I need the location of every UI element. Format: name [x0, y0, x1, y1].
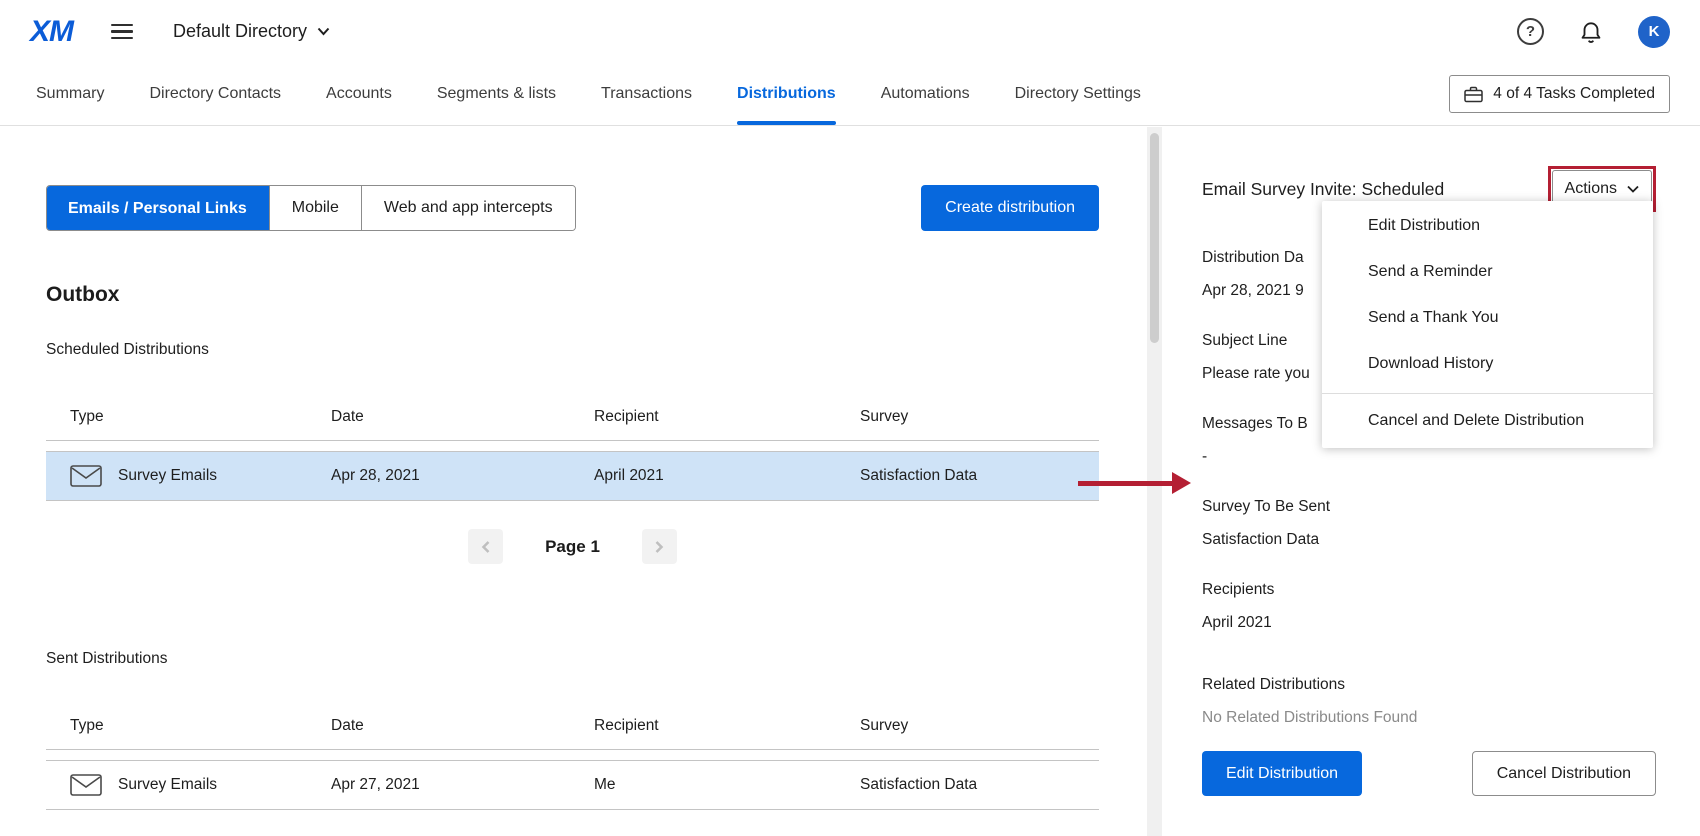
- tab-directory-settings[interactable]: Directory Settings: [1015, 63, 1141, 125]
- outbox-title: Outbox: [46, 283, 1099, 307]
- cancel-distribution-button[interactable]: Cancel Distribution: [1472, 751, 1656, 796]
- column-header-type: Type: [46, 408, 331, 426]
- app-window: XM Default Directory ? K Summary Directo…: [0, 0, 1700, 836]
- edit-distribution-button[interactable]: Edit Distribution: [1202, 751, 1362, 796]
- column-header-recipient: Recipient: [594, 717, 860, 735]
- scheduled-table-header: Type Date Recipient Survey: [46, 393, 1099, 441]
- chevron-down-icon: [1627, 185, 1639, 193]
- menu-item-cancel-and-delete-distribution[interactable]: Cancel and Delete Distribution: [1322, 398, 1653, 444]
- row-type: Survey Emails: [118, 467, 217, 485]
- column-header-date: Date: [331, 717, 594, 735]
- field-recipients: Recipients April 2021: [1202, 573, 1656, 639]
- scheduled-distribution-row[interactable]: Survey Emails Apr 28, 2021 April 2021 Sa…: [46, 451, 1099, 501]
- channel-toggle-group: Emails / Personal Links Mobile Web and a…: [46, 185, 576, 231]
- briefcase-icon: [1464, 86, 1483, 103]
- xm-logo: XM: [30, 15, 73, 49]
- tab-segments-lists[interactable]: Segments & lists: [437, 63, 556, 125]
- topbar: XM Default Directory ? K: [0, 0, 1700, 63]
- chevron-left-icon: [480, 539, 492, 555]
- row-survey: Satisfaction Data: [860, 467, 1099, 485]
- distributions-main: Emails / Personal Links Mobile Web and a…: [0, 127, 1147, 836]
- tab-accounts[interactable]: Accounts: [326, 63, 392, 125]
- previous-page-button[interactable]: [468, 529, 503, 564]
- tasks-completed-button[interactable]: 4 of 4 Tasks Completed: [1449, 75, 1670, 113]
- column-header-type: Type: [46, 717, 331, 735]
- actions-dropdown-menu: Edit Distribution Send a Reminder Send a…: [1322, 201, 1653, 448]
- menu-item-edit-distribution[interactable]: Edit Distribution: [1322, 203, 1653, 249]
- pagination: Page 1: [46, 529, 1099, 564]
- sent-distributions-label: Sent Distributions: [46, 650, 1099, 668]
- directory-navbar: Summary Directory Contacts Accounts Segm…: [0, 63, 1700, 126]
- page-number-label: Page 1: [545, 537, 600, 557]
- vertical-scrollbar[interactable]: [1147, 127, 1162, 836]
- row-survey: Satisfaction Data: [860, 776, 1099, 794]
- row-recipient: April 2021: [594, 467, 860, 485]
- field-related-distributions: Related Distributions No Related Distrib…: [1202, 668, 1656, 734]
- field-survey-to-be-sent: Survey To Be Sent Satisfaction Data: [1202, 490, 1656, 556]
- directory-selector[interactable]: Default Directory: [173, 21, 330, 42]
- next-page-button[interactable]: [642, 529, 677, 564]
- column-header-recipient: Recipient: [594, 408, 860, 426]
- user-avatar[interactable]: K: [1638, 16, 1670, 48]
- row-type: Survey Emails: [118, 776, 217, 794]
- tab-directory-contacts[interactable]: Directory Contacts: [149, 63, 281, 125]
- envelope-icon: [70, 774, 102, 796]
- column-header-survey: Survey: [860, 408, 1099, 426]
- column-header-date: Date: [331, 408, 594, 426]
- tasks-completed-label: 4 of 4 Tasks Completed: [1493, 85, 1655, 103]
- detail-panel-title: Email Survey Invite: Scheduled: [1202, 179, 1444, 200]
- column-header-survey: Survey: [860, 717, 1099, 735]
- field-label: Recipients: [1202, 573, 1656, 606]
- field-label: Related Distributions: [1202, 668, 1656, 701]
- tab-distributions[interactable]: Distributions: [737, 63, 836, 125]
- tab-summary[interactable]: Summary: [36, 63, 104, 125]
- field-value: Satisfaction Data: [1202, 523, 1656, 556]
- row-date: Apr 27, 2021: [331, 776, 594, 794]
- chevron-right-icon: [653, 539, 665, 555]
- field-value: No Related Distributions Found: [1202, 701, 1656, 734]
- channel-tab-mobile[interactable]: Mobile: [269, 186, 361, 230]
- menu-item-download-history[interactable]: Download History: [1322, 341, 1653, 387]
- notifications-bell-icon[interactable]: [1578, 19, 1604, 45]
- sent-table-header: Type Date Recipient Survey: [46, 702, 1099, 750]
- chevron-down-icon: [317, 27, 330, 36]
- tab-transactions[interactable]: Transactions: [601, 63, 692, 125]
- field-label: Survey To Be Sent: [1202, 490, 1656, 523]
- row-recipient: Me: [594, 776, 860, 794]
- directory-selector-label: Default Directory: [173, 21, 307, 42]
- tab-automations[interactable]: Automations: [881, 63, 970, 125]
- actions-button-label: Actions: [1565, 180, 1617, 198]
- envelope-icon: [70, 465, 102, 487]
- row-date: Apr 28, 2021: [331, 467, 594, 485]
- channel-tab-emails-personal-links[interactable]: Emails / Personal Links: [46, 185, 269, 231]
- nav-tabs: Summary Directory Contacts Accounts Segm…: [36, 63, 1141, 125]
- sent-distribution-row[interactable]: Survey Emails Apr 27, 2021 Me Satisfacti…: [46, 760, 1099, 810]
- hamburger-menu-icon[interactable]: [111, 24, 133, 40]
- channel-tab-web-app-intercepts[interactable]: Web and app intercepts: [361, 186, 575, 230]
- field-value: April 2021: [1202, 606, 1656, 639]
- scrollbar-thumb[interactable]: [1150, 133, 1159, 343]
- menu-item-send-a-thank-you[interactable]: Send a Thank You: [1322, 295, 1653, 341]
- create-distribution-button[interactable]: Create distribution: [921, 185, 1099, 231]
- menu-item-send-a-reminder[interactable]: Send a Reminder: [1322, 249, 1653, 295]
- scheduled-distributions-label: Scheduled Distributions: [46, 341, 1099, 359]
- menu-separator: [1322, 393, 1653, 394]
- help-icon[interactable]: ?: [1517, 18, 1544, 45]
